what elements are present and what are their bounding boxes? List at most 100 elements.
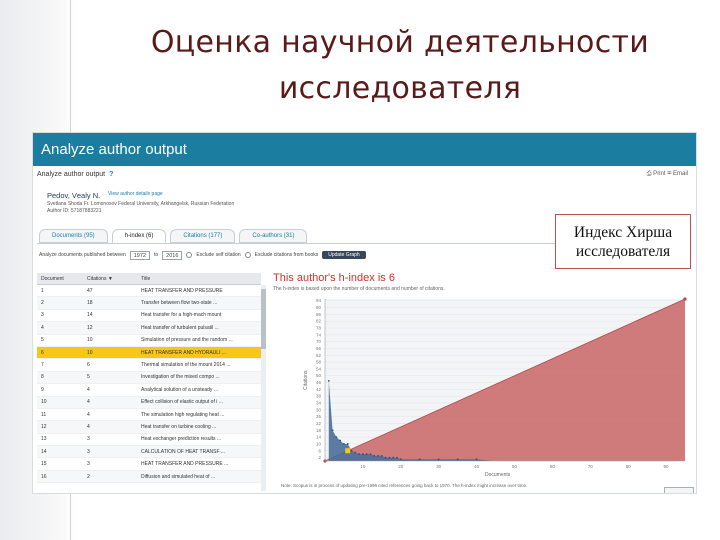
- cell-title[interactable]: The simulation high regulating heat ...: [137, 412, 261, 418]
- y-tick-label: 86: [316, 312, 322, 317]
- x-tick-label: 60: [550, 464, 556, 469]
- year-from-select[interactable]: 1972: [129, 250, 150, 260]
- slide-title: Оценка научной деятельности исследовател…: [80, 20, 720, 112]
- y-tick-label: 34: [316, 401, 322, 406]
- cell-title[interactable]: Thermal simulation of the mount 2014 ...: [137, 362, 261, 368]
- author-details-link[interactable]: View author details page: [108, 191, 163, 197]
- tab-co-authors[interactable]: Co-authors (31): [239, 229, 308, 243]
- exclude-self-citation-radio[interactable]: [186, 252, 193, 258]
- scrollbar-thumb[interactable]: [261, 289, 266, 349]
- x-tick-label: 70: [588, 464, 594, 469]
- table-row[interactable]: 3 14 Heat transfer for a high-mach mount: [37, 310, 261, 323]
- cell-title[interactable]: Simulation of pressure and the random ..…: [137, 337, 261, 343]
- exclude-books-radio[interactable]: [244, 252, 251, 258]
- cell-title[interactable]: Heat transfer of turbulent pulsatil ...: [137, 325, 261, 331]
- table-scrollbar[interactable]: [261, 285, 266, 491]
- col-citations[interactable]: Citations ▼: [79, 276, 137, 282]
- y-tick-label: 94: [316, 298, 322, 303]
- author-affiliation: Svetlana Shoda Fr. Lomonosov Federal Uni…: [47, 201, 235, 207]
- cell-title[interactable]: HEAT TRANSFER AND PRESSURE: [137, 288, 261, 294]
- filter-bar: Analyze documents published between 1972…: [39, 249, 366, 261]
- citation-point: [388, 456, 391, 459]
- col-document[interactable]: Document: [37, 276, 79, 282]
- cell-title[interactable]: Effect collision of elastic output of i …: [137, 399, 261, 405]
- callout-line-1: Индекс Хирша: [573, 224, 673, 241]
- cell-title[interactable]: Investigation of the mixed compo ...: [137, 374, 261, 380]
- y-tick-label: 26: [316, 414, 322, 419]
- year-to-select[interactable]: 2016: [162, 250, 183, 260]
- citation-point: [331, 429, 334, 432]
- slide-title-line-1: Оценка научной деятельности: [150, 25, 650, 60]
- filter-to-label: to: [153, 252, 159, 258]
- corner-button[interactable]: [664, 487, 694, 493]
- exclude-books-label: Exclude citations from books: [254, 252, 319, 258]
- x-tick-label: 10: [360, 464, 366, 469]
- y-tick-label: 30: [316, 407, 322, 412]
- documents-table: Document Citations ▼ Title 1 47 HEAT TRANS…: [37, 273, 261, 484]
- cell-title[interactable]: Analytical solution of a unsteady ...: [137, 387, 261, 393]
- table-row[interactable]: 8 5 Investigation of the mixed compo ...: [37, 371, 261, 385]
- y-tick-label: 10: [316, 441, 322, 446]
- citation-point: [384, 456, 387, 459]
- y-tick-label: 90: [316, 305, 322, 310]
- cell-citations: 14: [87, 312, 93, 319]
- cell-citations: 10: [87, 337, 93, 344]
- table-row[interactable]: 13 3 Heat exchanger prediction results ...: [37, 434, 261, 447]
- cell-document: 8: [41, 374, 44, 381]
- citation-point: [437, 458, 440, 461]
- table-row[interactable]: 12 4 Heat transfer on turbine cooling ...: [37, 421, 261, 434]
- cell-document: 15: [41, 461, 47, 468]
- update-graph-button[interactable]: Update Graph: [322, 251, 366, 259]
- table-row[interactable]: 1 47 HEAT TRANSFER AND PRESSURE: [37, 285, 261, 298]
- table-row[interactable]: 10 4 Effect collision of elastic output of…: [37, 396, 261, 409]
- cell-title[interactable]: Heat transfer for a high-mach mount: [137, 312, 261, 318]
- cell-citations: 18: [87, 300, 93, 307]
- sub-header-label: Analyze author output: [37, 171, 106, 178]
- y-tick-label: 54: [316, 366, 322, 371]
- table-body: 1 47 HEAT TRANSFER AND PRESSURE 2 18 Transfer…: [37, 285, 261, 484]
- x-tick-label: 40: [474, 464, 480, 469]
- citation-point: [475, 458, 478, 461]
- cell-document: 10: [41, 399, 47, 406]
- sub-header: Analyze author output?: [37, 171, 113, 178]
- x-tick-label: 50: [512, 464, 518, 469]
- col-title[interactable]: Title: [137, 276, 261, 282]
- table-row[interactable]: 11 4 The simulation high regulating heat .…: [37, 409, 261, 422]
- author-name[interactable]: Pеdоv, Vеаlу N.: [47, 191, 100, 200]
- cell-title[interactable]: HEAT TRANSFER AND PRESSURE ...: [137, 461, 261, 467]
- tab-h-index[interactable]: h-index (6): [111, 229, 167, 243]
- table-row[interactable]: 5 10 Simulation of pressure and the random…: [37, 335, 261, 347]
- cell-title[interactable]: Diffusion and simulated heat of ...: [137, 474, 261, 480]
- citation-line-end-point: [683, 297, 687, 301]
- cell-citations: 4: [87, 411, 90, 418]
- cell-title[interactable]: CALCULATION OF HEAT TRANSF ...: [137, 449, 261, 455]
- cell-citations: 12: [87, 324, 93, 331]
- x-tick-label: 90: [664, 464, 670, 469]
- cell-title[interactable]: HEAT TRANSFER AND HYDRAULI ...: [137, 350, 261, 356]
- cell-citations: 4: [87, 399, 90, 406]
- cell-citations: 2: [87, 473, 90, 480]
- cell-document: 1: [41, 287, 44, 294]
- table-row[interactable]: 9 4 Analytical solution of a unsteady ...: [37, 384, 261, 397]
- citation-point: [456, 458, 459, 461]
- table-row[interactable]: 7 6 Thermal simulation of the mount 2014 .…: [37, 359, 261, 372]
- top-tools[interactable]: ⎙ Print ✉ Email: [647, 171, 688, 178]
- table-row[interactable]: 16 2 Diffusion and simulated heat of ...: [37, 470, 261, 484]
- table-row[interactable]: 6 10 HEAT TRANSFER AND HYDRAULI ...: [37, 346, 261, 360]
- citation-point: [335, 436, 338, 439]
- cell-citations: 5: [87, 374, 90, 381]
- table-row[interactable]: 14 3 CALCULATION OF HEAT TRANSF ...: [37, 446, 261, 459]
- y-tick-label: 18: [316, 428, 322, 433]
- x-tick-label: 20: [398, 464, 404, 469]
- cell-title[interactable]: Heat transfer on turbine cooling ...: [137, 424, 261, 430]
- table-row[interactable]: 2 18 Transfer between flow two-state ...: [37, 297, 261, 310]
- table-row[interactable]: 15 3 HEAT TRANSFER AND PRESSURE ...: [37, 458, 261, 471]
- cell-title[interactable]: Heat exchanger prediction results ...: [137, 436, 261, 442]
- table-row[interactable]: 4 12 Heat transfer of turbulent pulsatil .…: [37, 322, 261, 335]
- tab-citations[interactable]: Citations (177): [170, 229, 236, 243]
- tab-documents[interactable]: Documents (95): [39, 229, 108, 243]
- help-icon[interactable]: ?: [109, 171, 113, 178]
- citation-point: [396, 456, 398, 459]
- h-index-subheading: The h-index is based upon the number of …: [273, 286, 445, 292]
- cell-title[interactable]: Transfer between flow two-state ...: [137, 300, 261, 306]
